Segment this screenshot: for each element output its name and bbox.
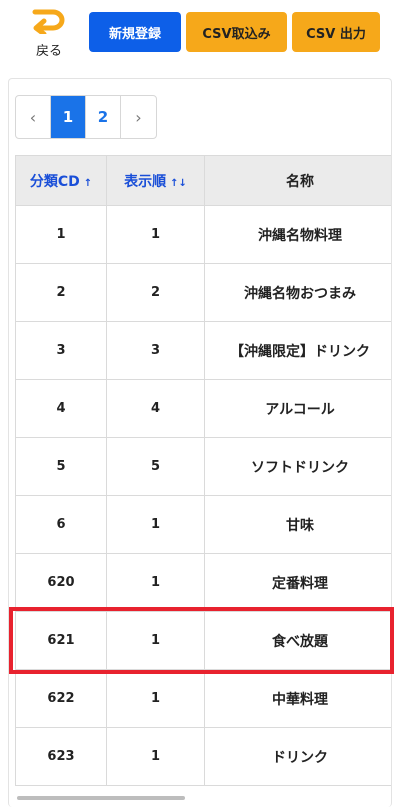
cell-category-cd: 4: [15, 379, 107, 438]
cell-display-order: 1: [106, 727, 205, 786]
toolbar: 戻る 新規登録 CSV取込み CSV 出力: [0, 0, 400, 70]
cell-name: 中華料理: [204, 669, 391, 728]
cell-category-cd: 6: [15, 495, 107, 554]
back-label: 戻る: [35, 44, 62, 59]
cell-name: 定番料理: [204, 553, 391, 612]
cell-name: 食べ放題: [204, 611, 391, 670]
pagination-next-button[interactable]: ›: [121, 96, 156, 138]
csv-import-button[interactable]: CSV取込み: [186, 12, 287, 52]
pagination: ‹ 1 2 ›: [15, 95, 157, 139]
cell-category-cd: 623: [15, 727, 107, 786]
pagination-page-1[interactable]: 1: [51, 96, 86, 138]
pagination-prev-button[interactable]: ‹: [16, 96, 51, 138]
cell-name: 甘味: [204, 495, 391, 554]
cell-category-cd: 5: [15, 437, 107, 496]
csv-export-button[interactable]: CSV 出力: [292, 12, 380, 52]
cell-display-order: 1: [106, 611, 205, 670]
table-row[interactable]: 1 1 沖縄名物料理: [15, 205, 391, 264]
table-row[interactable]: 6 1 甘味: [15, 495, 391, 554]
column-header-display-order[interactable]: 表示順 ↑↓: [106, 155, 205, 206]
cell-name: ソフトドリンク: [204, 437, 391, 496]
cell-category-cd: 2: [15, 263, 107, 322]
table-row[interactable]: 5 5 ソフトドリンク: [15, 437, 391, 496]
cell-display-order: 3: [106, 321, 205, 380]
cell-category-cd: 621: [15, 611, 107, 670]
table-row[interactable]: 2 2 沖縄名物おつまみ: [15, 263, 391, 322]
cell-display-order: 2: [106, 263, 205, 322]
table-row[interactable]: 623 1 ドリンク: [15, 727, 391, 786]
horizontal-scrollbar[interactable]: [17, 796, 185, 800]
cell-category-cd: 1: [15, 205, 107, 264]
cell-category-cd: 620: [15, 553, 107, 612]
cell-display-order: 1: [106, 669, 205, 728]
table-row-highlighted[interactable]: 621 1 食べ放題: [15, 611, 391, 670]
cell-display-order: 5: [106, 437, 205, 496]
cell-name: 沖縄名物おつまみ: [204, 263, 391, 322]
column-header-category-cd[interactable]: 分類CD ↑: [15, 155, 107, 206]
cell-name: 【沖縄限定】ドリンク: [204, 321, 391, 380]
column-header-name: 名称: [204, 155, 391, 206]
cell-display-order: 1: [106, 205, 205, 264]
cell-name: 沖縄名物料理: [204, 205, 391, 264]
table-row[interactable]: 4 4 アルコール: [15, 379, 391, 438]
cell-category-cd: 622: [15, 669, 107, 728]
category-table: 分類CD↑ 表示順↑↓ 名称 1 1 沖縄名物料理 2 2 沖縄名物おつまみ: [15, 155, 391, 786]
cell-name: アルコール: [204, 379, 391, 438]
sort-arrows-icon: ↑↓: [170, 177, 187, 189]
cell-name: ドリンク: [204, 727, 391, 786]
table-header-row: 分類CD ↑ 表示順 ↑↓ 名称: [15, 155, 391, 206]
cell-display-order: 1: [106, 495, 205, 554]
list-panel: ‹ 1 2 › 分類CD ↑ 表示順 ↑↓ 名称 1 1 沖縄名物料理 2 2 …: [8, 78, 392, 807]
cell-display-order: 4: [106, 379, 205, 438]
table-row[interactable]: 622 1 中華料理: [15, 669, 391, 728]
cell-category-cd: 3: [15, 321, 107, 380]
column-header-label: 分類CD: [29, 173, 80, 190]
return-arrow-icon: [32, 9, 65, 34]
new-register-button[interactable]: 新規登録: [89, 12, 181, 52]
sort-arrow-icon: ↑: [83, 177, 93, 189]
table-row[interactable]: 3 3 【沖縄限定】ドリンク: [15, 321, 391, 380]
cell-display-order: 1: [106, 553, 205, 612]
pagination-page-2[interactable]: 2: [86, 96, 121, 138]
column-header-label: 表示順: [124, 173, 167, 190]
back-button[interactable]: 戻る: [27, 8, 71, 64]
column-header-label: 名称: [286, 173, 314, 190]
table-row[interactable]: 620 1 定番料理: [15, 553, 391, 612]
